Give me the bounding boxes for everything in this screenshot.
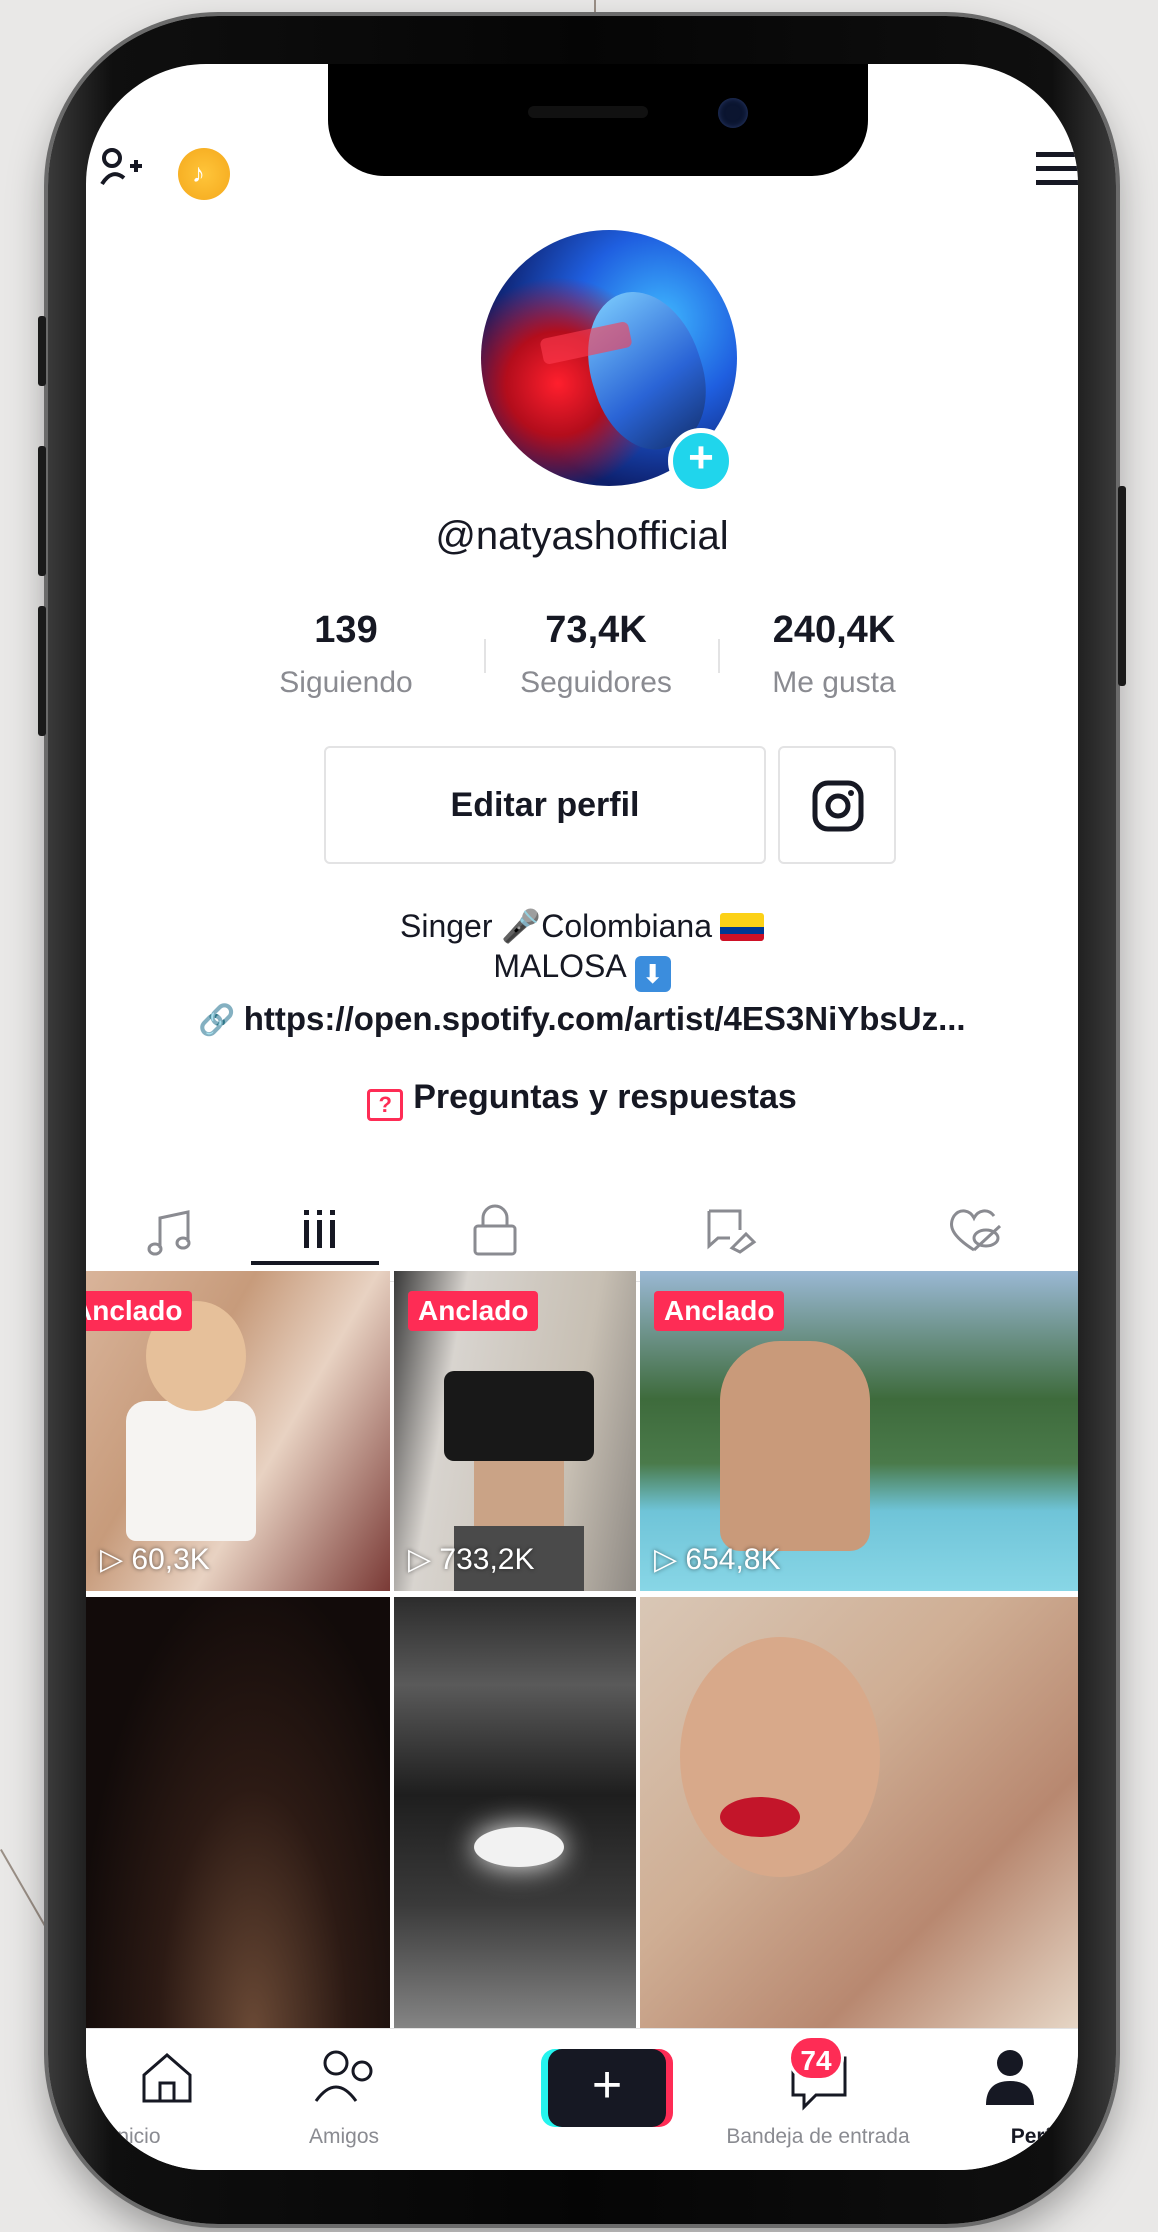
thumbnail-figure: [126, 1401, 256, 1541]
plus-icon: +: [591, 2056, 623, 2114]
coin-icon[interactable]: ♪: [178, 148, 230, 200]
home-icon: [142, 2053, 192, 2103]
bio-line-1: Singer 🎤Colombiana: [86, 906, 1078, 946]
bio-text: Singer 🎤Colombiana: [400, 908, 712, 944]
stat-likes[interactable]: 240,4K Me gusta: [724, 609, 944, 700]
play-icon: ▷: [654, 1543, 686, 1576]
thumbnail-body: [474, 1461, 564, 1531]
stat-value: 139: [314, 609, 378, 651]
stat-value: 73,4K: [545, 609, 647, 651]
bio: Singer 🎤Colombiana MALOSA ⬇: [86, 906, 1078, 992]
bio-link[interactable]: 🔗 https://open.spotify.com/artist/4ES3NiY…: [86, 1000, 1078, 1038]
thumbnail-stage-light: [474, 1827, 564, 1867]
stat-value: 240,4K: [772, 609, 896, 651]
tab-tagged[interactable]: [656, 1172, 816, 1282]
music-note-icon: [147, 1210, 191, 1256]
pinned-badge: Anclado: [408, 1291, 539, 1331]
nav-label: Bandeja de entrada: [726, 2125, 910, 2148]
phone-side-button: [38, 446, 46, 576]
link-text: https://open.spotify.com/artist/4ES3NiYb…: [243, 1000, 966, 1037]
nav-home[interactable]: Inicio: [86, 2029, 226, 2170]
thumbnail-face: [680, 1637, 880, 1877]
tab-liked[interactable]: [898, 1172, 1058, 1282]
phone-notch: [328, 64, 868, 176]
username: @natyashofficial: [435, 514, 729, 558]
thumbnail-figure: [720, 1341, 870, 1551]
tab-music[interactable]: [96, 1172, 256, 1282]
colombia-flag-icon: [720, 913, 764, 941]
video-thumbnail[interactable]: Anclado ▷ 60,3K: [86, 1271, 390, 1591]
app-screen: ♪ + @natyashofficial 139 Siguiendo 73,4K…: [86, 64, 1078, 2170]
stat-label: Me gusta: [772, 666, 896, 699]
qa-label: Preguntas y respuestas: [413, 1078, 797, 1116]
hamburger-menu-icon[interactable]: [1036, 148, 1078, 190]
phone-side-button: [38, 316, 46, 386]
nav-label: Inicio: [111, 2125, 161, 2148]
video-thumbnail[interactable]: [86, 1597, 390, 2037]
pinned-badge: Anclado: [654, 1291, 785, 1331]
question-icon: ?: [367, 1089, 404, 1121]
play-icon: ▷: [408, 1543, 440, 1576]
instagram-button[interactable]: [778, 746, 896, 864]
tab-private[interactable]: [416, 1172, 576, 1282]
add-avatar-plus-icon[interactable]: +: [668, 428, 734, 494]
pinned-badge: Anclado: [86, 1291, 193, 1331]
grid-icon: [304, 1210, 335, 1248]
view-count-text: 733,2K: [439, 1543, 535, 1576]
liked-hidden-icon: [950, 1209, 1002, 1252]
video-thumbnail[interactable]: Anclado ▷ 733,2K: [394, 1271, 636, 1591]
instagram-icon: [812, 780, 864, 832]
phone-side-button: [38, 606, 46, 736]
nav-friends[interactable]: Amigos: [244, 2029, 444, 2170]
friends-icon: [314, 2050, 373, 2102]
profile-icon: [986, 2050, 1034, 2105]
add-user-icon[interactable]: [100, 146, 144, 190]
view-count-text: 60,3K: [131, 1543, 210, 1576]
view-count: ▷ 60,3K: [100, 1542, 210, 1577]
stat-label: Seguidores: [520, 666, 672, 699]
thumbnail-figure: [444, 1371, 594, 1461]
lock-icon: [473, 1204, 517, 1256]
edit-profile-button[interactable]: Editar perfil: [324, 746, 766, 864]
view-count-text: 654,8K: [685, 1543, 781, 1576]
down-arrow-icon: ⬇: [634, 956, 671, 992]
tagged-icon: [707, 1209, 757, 1254]
play-icon: ▷: [100, 1543, 132, 1576]
phone-side-button: [1118, 486, 1126, 686]
camera: [718, 98, 748, 128]
speaker: [528, 106, 648, 118]
video-thumbnail[interactable]: [640, 1597, 1078, 2037]
video-thumbnail[interactable]: Anclado ▷ 654,8K: [640, 1271, 1078, 1591]
tiktok-note-icon: ♪: [192, 158, 205, 188]
view-count: ▷ 654,8K: [654, 1542, 781, 1577]
view-count: ▷ 733,2K: [408, 1542, 535, 1577]
link-icon: 🔗: [198, 1004, 236, 1037]
create-button[interactable]: +: [548, 2049, 666, 2127]
active-tab-indicator: [251, 1261, 379, 1265]
nav-label: Amigos: [308, 2125, 380, 2148]
bottom-nav: Inicio Amigos + Bandeja de entrada 74 Pe…: [86, 2028, 1078, 2170]
thumbnail-lips: [720, 1797, 800, 1837]
tab-videos[interactable]: [236, 1172, 396, 1282]
nav-profile[interactable]: Perfil: [956, 2029, 1078, 2170]
divider: [718, 639, 720, 673]
stat-followers[interactable]: 73,4K Seguidores: [486, 609, 706, 700]
qa-link[interactable]: ? Preguntas y respuestas: [86, 1078, 1078, 1121]
bio-text: MALOSA: [493, 948, 627, 984]
bio-line-2: MALOSA ⬇: [86, 946, 1078, 992]
stat-label: Siguiendo: [279, 666, 413, 699]
stat-following[interactable]: 139 Siguiendo: [236, 609, 456, 700]
profile-tabs: [86, 1172, 1078, 1282]
inbox-badge: 74: [788, 2035, 844, 2081]
video-thumbnail[interactable]: [394, 1597, 636, 2037]
background-line: [594, 0, 596, 16]
nav-label: Perfil: [1010, 2125, 1064, 2148]
